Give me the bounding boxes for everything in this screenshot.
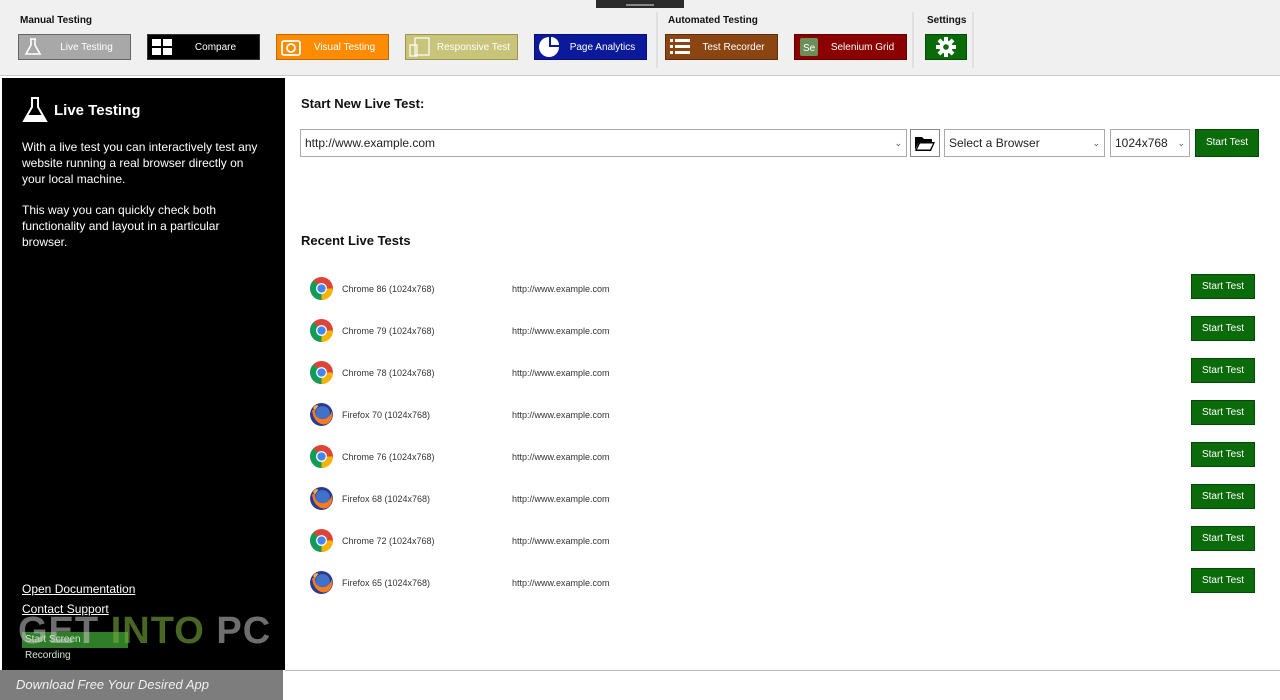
browser-select[interactable]: Select a Browser ⌄ bbox=[944, 129, 1105, 157]
page-analytics-label: Page Analytics bbox=[569, 41, 636, 53]
settings-button[interactable] bbox=[925, 34, 967, 60]
sidebar-title: Live Testing bbox=[54, 101, 141, 119]
recent-test-url: http://www.example.com bbox=[512, 536, 610, 546]
recent-tests-title: Recent Live Tests bbox=[301, 233, 411, 248]
chrome-icon bbox=[309, 276, 334, 301]
recent-test-url: http://www.example.com bbox=[512, 368, 610, 378]
visual-testing-label: Visual Testing bbox=[313, 41, 376, 53]
flask-icon bbox=[19, 35, 47, 59]
compare-label: Compare bbox=[194, 41, 237, 53]
group-label-automated: Automated Testing bbox=[668, 15, 758, 26]
recent-test-row: Chrome 78 (1024x768) http://www.example.c… bbox=[309, 354, 1257, 396]
url-input-value: http://www.example.com bbox=[305, 136, 436, 150]
window-handle[interactable] bbox=[596, 0, 684, 8]
recent-start-test-button[interactable]: Start Test bbox=[1191, 316, 1255, 341]
recent-test-url: http://www.example.com bbox=[512, 494, 610, 504]
svg-text:Se: Se bbox=[803, 43, 816, 54]
main-panel: Start New Live Test: http://www.example.… bbox=[285, 78, 1280, 670]
sidebar: Live Testing With a live test you can in… bbox=[2, 78, 285, 670]
selenium-grid-label: Selenium Grid bbox=[830, 41, 895, 53]
recent-test-browser: Firefox 65 (1024x768) bbox=[342, 578, 431, 588]
recent-test-row: Firefox 70 (1024x768) http://www.example.… bbox=[309, 396, 1257, 438]
recent-start-test-button[interactable]: Start Test bbox=[1191, 568, 1255, 593]
recent-test-browser: Chrome 79 (1024x768) bbox=[342, 326, 435, 336]
visual-testing-button[interactable]: Visual Testing bbox=[276, 34, 389, 60]
responsive-test-button[interactable]: Responsive Test bbox=[405, 34, 518, 60]
devices-icon bbox=[406, 35, 434, 59]
pie-chart-icon bbox=[535, 35, 563, 59]
firefox-icon bbox=[309, 402, 334, 427]
page-analytics-button[interactable]: Page Analytics bbox=[534, 34, 647, 60]
recent-test-row: Firefox 68 (1024x768) http://www.example.… bbox=[309, 480, 1257, 522]
group-label-settings: Settings bbox=[927, 15, 967, 26]
folder-icon bbox=[914, 134, 936, 152]
test-recorder-button[interactable]: Test Recorder bbox=[665, 34, 778, 60]
recent-test-browser: Chrome 78 (1024x768) bbox=[342, 368, 435, 378]
url-input[interactable]: http://www.example.com ⌄ bbox=[300, 129, 907, 157]
recent-test-browser: Chrome 76 (1024x768) bbox=[342, 452, 435, 462]
test-recorder-label: Test Recorder bbox=[702, 41, 765, 53]
watermark-footer: Download Free Your Desired App bbox=[0, 670, 283, 700]
camera-icon bbox=[277, 35, 305, 59]
compare-button[interactable]: Compare bbox=[147, 34, 260, 60]
open-folder-button[interactable] bbox=[910, 129, 940, 157]
live-testing-button[interactable]: Live Testing bbox=[18, 34, 131, 60]
recent-test-browser: Firefox 70 (1024x768) bbox=[342, 410, 431, 420]
watermark-tagline: Download Free Your Desired App bbox=[16, 677, 209, 692]
chrome-icon bbox=[309, 318, 334, 343]
recent-start-test-button[interactable]: Start Test bbox=[1191, 484, 1255, 509]
chrome-icon bbox=[309, 444, 334, 469]
chrome-icon bbox=[309, 360, 334, 385]
recent-test-url: http://www.example.com bbox=[512, 410, 610, 420]
responsive-test-label: Responsive Test bbox=[436, 41, 511, 53]
start-screen-recording-button[interactable]: Start Screen Recording bbox=[22, 632, 128, 661]
recent-test-url: http://www.example.com bbox=[512, 326, 610, 336]
recent-test-browser: Firefox 68 (1024x768) bbox=[342, 494, 431, 504]
ribbon-toolbar: Manual Testing Automated Testing Setting… bbox=[0, 0, 1280, 76]
group-label-manual: Manual Testing bbox=[20, 15, 93, 26]
firefox-icon bbox=[309, 570, 334, 595]
recent-test-url: http://www.example.com bbox=[512, 452, 610, 462]
sidebar-description-2: This way you can quickly check both func… bbox=[22, 203, 220, 249]
chrome-icon bbox=[309, 528, 334, 553]
selenium-icon: Se bbox=[795, 35, 823, 59]
recent-test-url: http://www.example.com bbox=[512, 578, 610, 588]
recent-start-test-button[interactable]: Start Test bbox=[1191, 274, 1255, 299]
grid-icon bbox=[148, 35, 176, 59]
contact-support-link[interactable]: Contact Support bbox=[22, 602, 109, 616]
start-test-button[interactable]: Start Test bbox=[1195, 129, 1259, 157]
gear-icon bbox=[935, 36, 957, 58]
start-new-test-title: Start New Live Test: bbox=[301, 96, 425, 111]
recent-test-row: Chrome 86 (1024x768) http://www.example.c… bbox=[309, 270, 1257, 312]
recent-test-url: http://www.example.com bbox=[512, 284, 610, 294]
resolution-select-value: 1024x768 bbox=[1115, 136, 1168, 150]
watermark-pc: PC bbox=[216, 610, 272, 652]
recent-test-row: Firefox 65 (1024x768) http://www.example.… bbox=[309, 564, 1257, 606]
live-testing-label: Live Testing bbox=[60, 41, 113, 53]
recent-test-row: Chrome 79 (1024x768) http://www.example.c… bbox=[309, 312, 1257, 354]
chevron-down-icon[interactable]: ⌄ bbox=[894, 138, 902, 149]
selenium-grid-button[interactable]: Se Selenium Grid bbox=[794, 34, 907, 60]
sidebar-header: Live Testing bbox=[22, 96, 140, 124]
recent-start-test-button[interactable]: Start Test bbox=[1191, 358, 1255, 383]
chevron-down-icon[interactable]: ⌄ bbox=[1092, 138, 1100, 149]
recent-test-browser: Chrome 72 (1024x768) bbox=[342, 536, 435, 546]
chevron-down-icon[interactable]: ⌄ bbox=[1177, 138, 1185, 149]
list-icon bbox=[666, 35, 694, 59]
open-documentation-link[interactable]: Open Documentation bbox=[22, 582, 135, 596]
browser-select-placeholder: Select a Browser bbox=[949, 136, 1040, 150]
resolution-select[interactable]: 1024x768 ⌄ bbox=[1110, 129, 1190, 157]
divider bbox=[285, 670, 1280, 671]
recent-test-row: Chrome 72 (1024x768) http://www.example.c… bbox=[309, 522, 1257, 564]
app-window: Manual Testing Automated Testing Setting… bbox=[0, 0, 1280, 700]
recent-start-test-button[interactable]: Start Test bbox=[1191, 526, 1255, 551]
flask-icon bbox=[22, 96, 48, 124]
recent-start-test-button[interactable]: Start Test bbox=[1191, 442, 1255, 467]
recent-start-test-button[interactable]: Start Test bbox=[1191, 400, 1255, 425]
sidebar-description-1: With a live test you can interactively t… bbox=[22, 140, 258, 186]
firefox-icon bbox=[309, 486, 334, 511]
recent-test-browser: Chrome 86 (1024x768) bbox=[342, 284, 435, 294]
recent-test-row: Chrome 76 (1024x768) http://www.example.c… bbox=[309, 438, 1257, 480]
